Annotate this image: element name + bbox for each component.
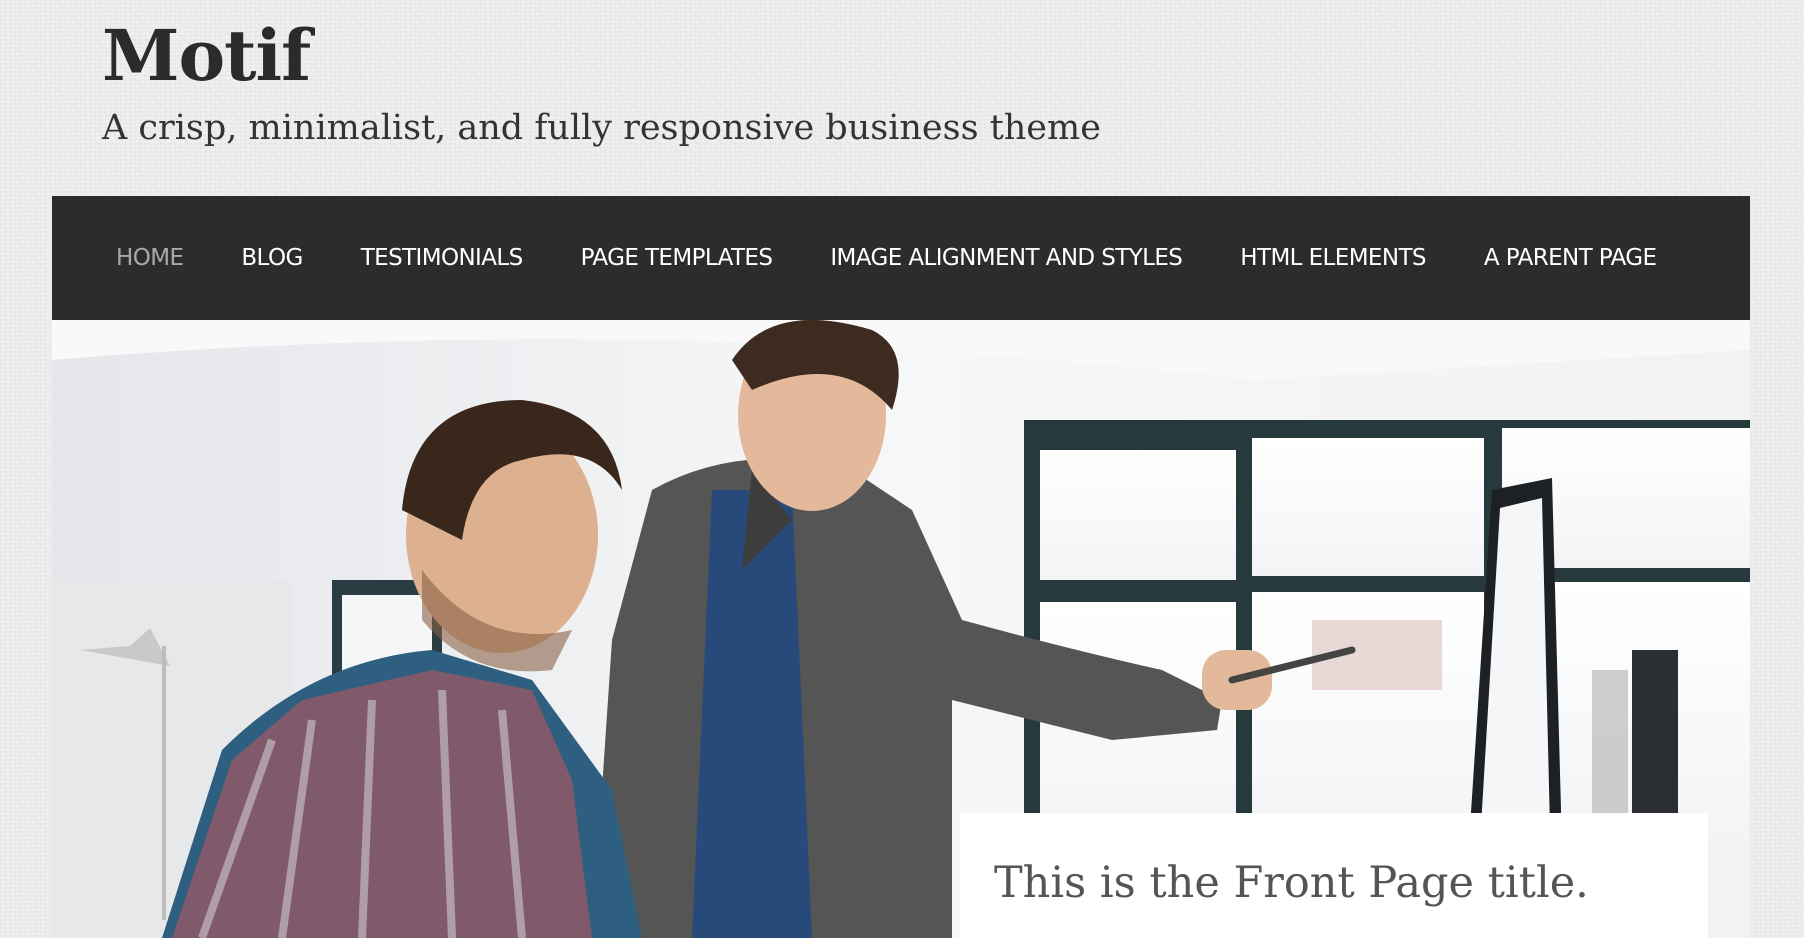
main-navigation: Home Blog Testimonials Page Templates Im… [52,196,1750,320]
nav-item-page-templates[interactable]: Page Templates [581,245,773,271]
nav-item-image-alignment[interactable]: Image Alignment and Styles [830,245,1183,271]
nav-item-testimonials[interactable]: Testimonials [361,245,524,271]
nav-item-blog[interactable]: Blog [241,245,303,271]
nav-menu: Home Blog Testimonials Page Templates Im… [52,196,1750,320]
site-tagline: A crisp, minimalist, and fully responsiv… [102,108,1101,148]
nav-item-home[interactable]: Home [116,245,184,271]
front-page-title: This is the Front Page title. [994,858,1589,908]
nav-item-html-elements[interactable]: HTML Elements [1240,245,1426,271]
nav-item-parent-page[interactable]: A Parent Page [1484,245,1657,271]
site-header: Motif A crisp, minimalist, and fully res… [0,0,1804,196]
site-title[interactable]: Motif [102,14,311,98]
front-page-card: This is the Front Page title. [960,813,1708,938]
